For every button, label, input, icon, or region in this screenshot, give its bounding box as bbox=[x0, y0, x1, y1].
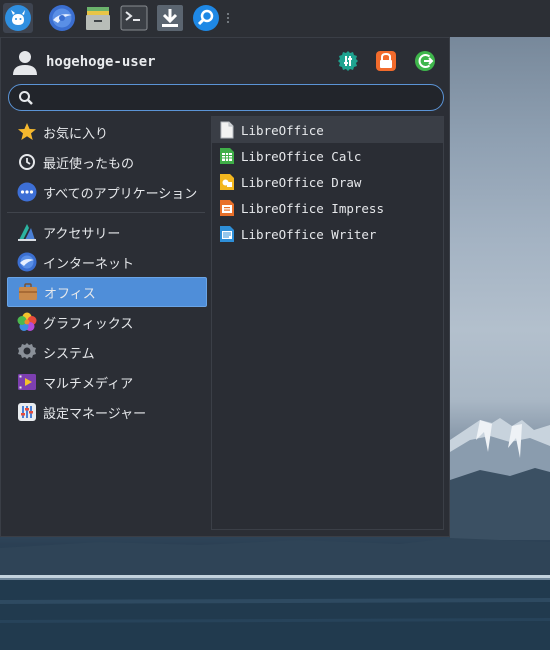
category-label: アクセサリー bbox=[43, 226, 121, 242]
search-field[interactable] bbox=[8, 84, 444, 111]
search-icon bbox=[19, 91, 33, 105]
category-label: インターネット bbox=[43, 256, 135, 272]
category-office[interactable]: オフィス bbox=[7, 277, 207, 307]
libreoffice-calc-icon bbox=[218, 147, 235, 166]
panel-handle-icon[interactable] bbox=[226, 12, 230, 24]
category-all-applications[interactable]: すべてのアプリケーション bbox=[7, 177, 207, 207]
category-separator bbox=[7, 212, 205, 213]
file-manager-launcher[interactable] bbox=[83, 3, 113, 33]
category-settings-manager[interactable]: 設定マネージャー bbox=[7, 397, 207, 427]
terminal-icon bbox=[120, 5, 148, 31]
application-list: LibreOffice LibreOffice Calc LibreOffice… bbox=[211, 116, 444, 530]
app-label: LibreOffice bbox=[241, 122, 324, 138]
app-libreoffice-impress[interactable]: LibreOffice Impress bbox=[212, 195, 443, 221]
category-label: マルチメディア bbox=[43, 376, 134, 392]
user-name: hogehoge-user bbox=[46, 54, 156, 70]
category-label: すべてのアプリケーション bbox=[43, 186, 198, 202]
settings-manager-icon bbox=[16, 402, 37, 423]
libreoffice-writer-icon bbox=[218, 225, 235, 244]
system-icon bbox=[16, 342, 37, 363]
category-graphics[interactable]: グラフィックス bbox=[7, 307, 207, 337]
graphics-icon bbox=[16, 312, 37, 333]
all-apps-icon bbox=[16, 182, 37, 203]
internet-icon bbox=[16, 252, 37, 273]
accessories-icon bbox=[16, 222, 37, 243]
whisker-menu-icon bbox=[5, 5, 31, 31]
app-label: LibreOffice Draw bbox=[241, 174, 362, 190]
clock-icon bbox=[16, 152, 37, 173]
user-avatar-icon bbox=[13, 51, 37, 75]
category-label: 設定マネージャー bbox=[43, 406, 147, 422]
category-internet[interactable]: インターネット bbox=[7, 247, 207, 277]
logout-icon bbox=[415, 51, 435, 71]
multimedia-icon bbox=[16, 372, 37, 393]
category-favorites[interactable]: お気に入り bbox=[7, 117, 207, 147]
star-icon bbox=[16, 122, 37, 143]
search-input[interactable] bbox=[43, 88, 433, 107]
libreoffice-impress-icon bbox=[218, 199, 235, 218]
app-libreoffice-writer[interactable]: LibreOffice Writer bbox=[212, 221, 443, 247]
download-launcher[interactable] bbox=[155, 3, 185, 33]
app-label: LibreOffice Calc bbox=[241, 148, 362, 164]
app-libreoffice-draw[interactable]: LibreOffice Draw bbox=[212, 169, 443, 195]
app-libreoffice-calc[interactable]: LibreOffice Calc bbox=[212, 143, 443, 169]
terminal-launcher[interactable] bbox=[119, 3, 149, 33]
category-system[interactable]: システム bbox=[7, 337, 207, 367]
category-accessories[interactable]: アクセサリー bbox=[7, 217, 207, 247]
app-libreoffice[interactable]: LibreOffice bbox=[212, 117, 443, 143]
file-manager-icon bbox=[86, 7, 110, 30]
top-panel bbox=[0, 0, 550, 37]
libreoffice-draw-icon bbox=[218, 173, 235, 192]
download-icon bbox=[157, 5, 183, 31]
category-label: グラフィックス bbox=[43, 316, 134, 332]
libreoffice-icon bbox=[218, 121, 235, 140]
settings-manager-icon bbox=[338, 51, 358, 71]
lock-screen-button[interactable] bbox=[375, 50, 397, 72]
category-list: お気に入り 最近使ったもの すべてのアプリケーション アクセサリー インターネッ… bbox=[7, 117, 207, 427]
app-label: LibreOffice Impress bbox=[241, 200, 384, 216]
logout-button[interactable] bbox=[414, 50, 436, 72]
browser-icon bbox=[49, 5, 75, 31]
settings-manager-button[interactable] bbox=[337, 50, 359, 72]
category-label: オフィス bbox=[44, 286, 96, 302]
whisker-menu: hogehoge-user お気に入り 最近使ったもの すべてのアプリケーション… bbox=[0, 37, 450, 537]
user-header: hogehoge-user bbox=[11, 47, 156, 77]
search-icon bbox=[193, 5, 219, 31]
lock-icon bbox=[376, 51, 396, 71]
whisker-menu-button[interactable] bbox=[3, 3, 33, 33]
category-multimedia[interactable]: マルチメディア bbox=[7, 367, 207, 397]
app-finder-launcher[interactable] bbox=[191, 3, 221, 33]
category-label: 最近使ったもの bbox=[43, 156, 135, 172]
category-label: システム bbox=[43, 346, 95, 362]
office-icon bbox=[17, 282, 38, 303]
app-label: LibreOffice Writer bbox=[241, 226, 377, 242]
browser-launcher[interactable] bbox=[47, 3, 77, 33]
category-recent[interactable]: 最近使ったもの bbox=[7, 147, 207, 177]
category-label: お気に入り bbox=[43, 126, 109, 142]
